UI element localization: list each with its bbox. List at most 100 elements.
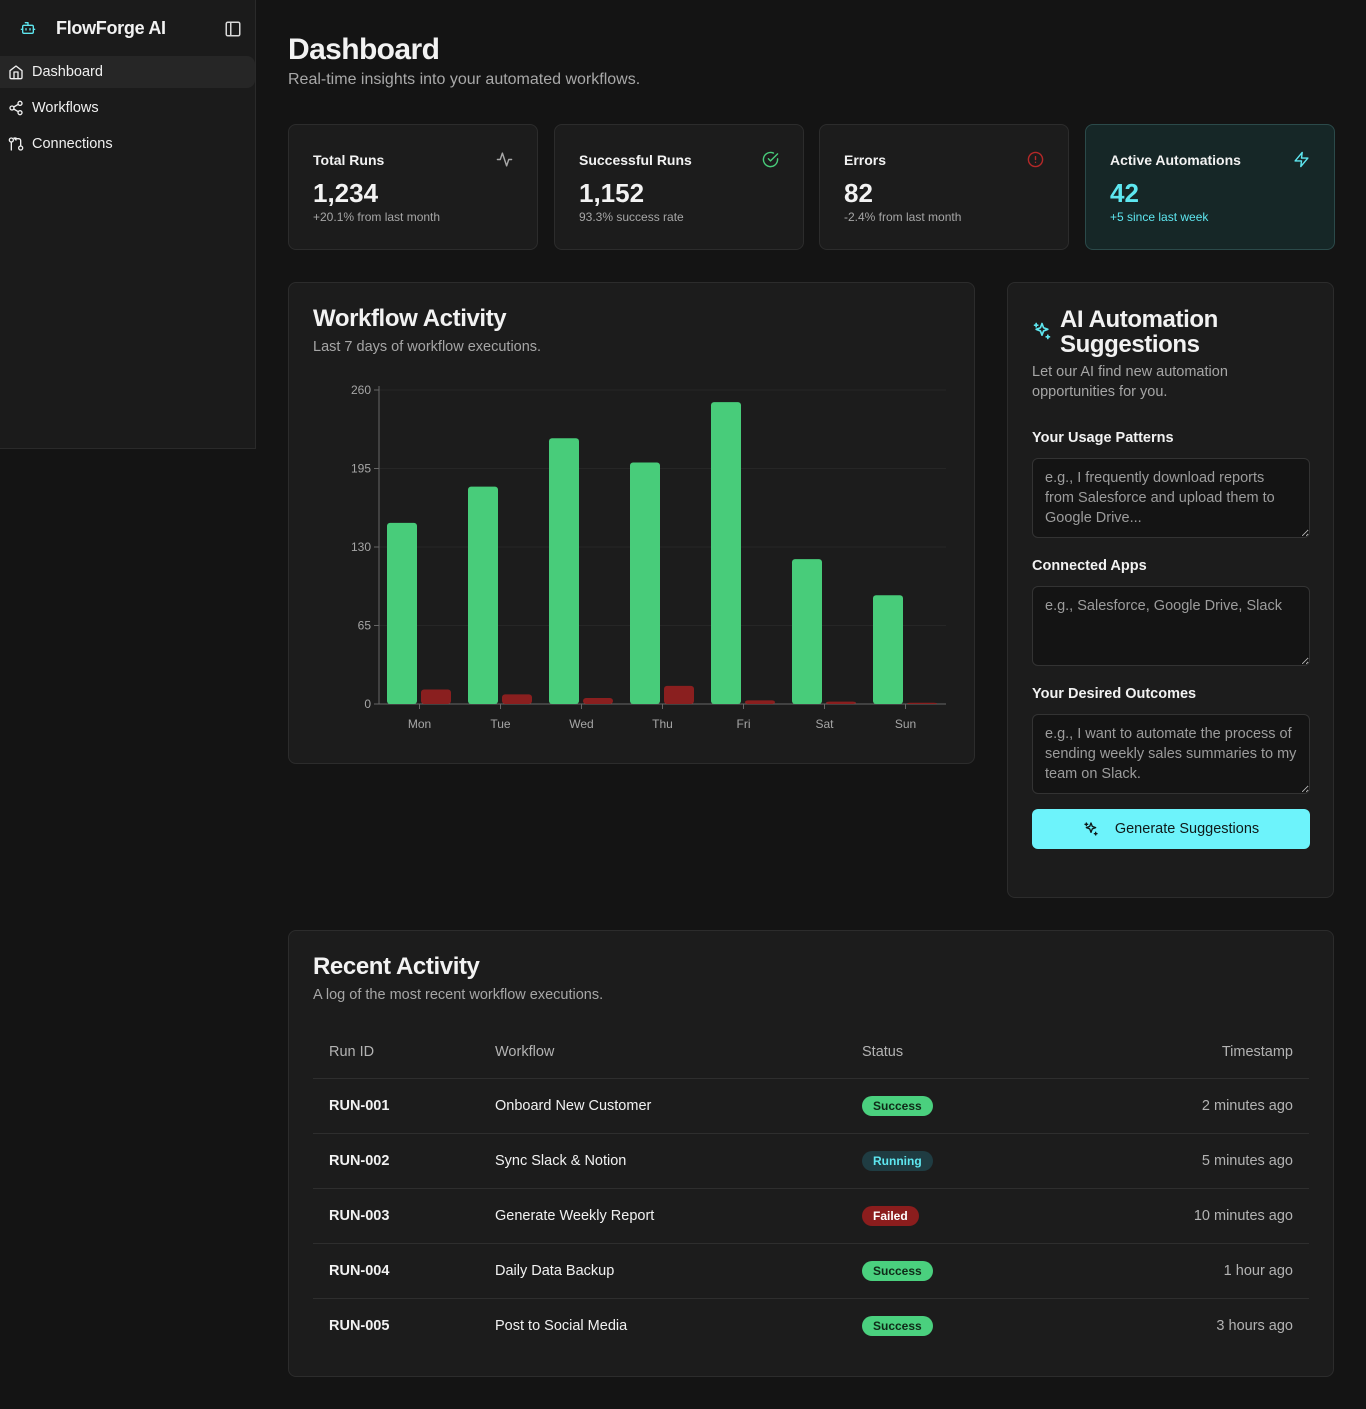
bar-success-sun xyxy=(873,595,903,704)
stat-note: +5 since last week xyxy=(1110,210,1209,224)
status-badge: Running xyxy=(862,1150,933,1171)
zap-icon xyxy=(1293,151,1310,168)
bar-error-wed xyxy=(583,697,613,704)
bar-error-sun xyxy=(907,702,937,704)
bar-error-mon xyxy=(421,689,451,704)
run-id: RUN-005 xyxy=(329,1317,390,1334)
bar-error-tue xyxy=(502,694,532,704)
workflow-activity-card: 0 65 130 195 260 Mon Tue Wed Thu Fri Sat Sun Workfl… xyxy=(288,282,975,764)
column-header: Run ID xyxy=(313,1026,495,1079)
page-title: Dashboard xyxy=(288,33,440,66)
timestamp: 1 hour ago xyxy=(1062,1243,1309,1299)
workflow-name: Post to Social Media xyxy=(495,1317,628,1334)
generate-suggestions-label: Generate Suggestions xyxy=(1114,821,1260,837)
stat-card-total-runs: Total Runs 1,234 +20.1% from last month xyxy=(288,124,538,250)
activity-icon xyxy=(496,151,513,168)
x-tick-label: Mon xyxy=(408,717,431,731)
y-tick-label: 0 xyxy=(364,697,371,711)
sparkles-icon xyxy=(1083,821,1099,837)
x-tick-label: Tue xyxy=(490,717,511,731)
timestamp: 10 minutes ago xyxy=(1062,1188,1309,1244)
connected-apps-input[interactable] xyxy=(1032,586,1310,666)
table-row[interactable]: RUN-005 Post to Social Media Success 3 h… xyxy=(313,1298,1309,1353)
stat-value: 42 xyxy=(1110,178,1139,208)
desired-outcomes-input[interactable] xyxy=(1032,714,1310,794)
x-tick-label: Wed xyxy=(569,717,593,731)
stat-note: 93.3% success rate xyxy=(579,210,684,224)
run-id: RUN-001 xyxy=(313,1078,495,1134)
sidebar-nav: Dashboard Workflows Connections xyxy=(0,56,255,164)
workflow-activity-chart: 0 65 130 195 260 Mon Tue Wed Thu Fri Sat Sun xyxy=(351,383,946,731)
recent-title: Recent Activity xyxy=(313,953,480,980)
x-tick-label: Sat xyxy=(815,717,834,731)
timestamp: 3 hours ago xyxy=(1216,1317,1293,1334)
usage-patterns-input[interactable] xyxy=(1032,458,1310,538)
recent-activity-card: Recent Activity A log of the most recent… xyxy=(288,930,1334,1377)
stat-card-successful-runs: Successful Runs 1,152 93.3% success rate xyxy=(554,124,804,250)
sidebar-item-label: Connections xyxy=(32,136,113,152)
git-compare-icon xyxy=(8,136,24,152)
usage-patterns-label: Your Usage Patterns xyxy=(1032,430,1174,446)
bar-error-thu xyxy=(664,685,694,704)
alert-circle-icon xyxy=(1027,151,1044,168)
sidebar-item-connections[interactable]: Connections xyxy=(0,128,255,160)
chart-subtitle: Last 7 days of workflow executions. xyxy=(313,339,542,355)
recent-subtitle: A log of the most recent workflow execut… xyxy=(313,987,604,1003)
bar-success-tue xyxy=(468,486,498,704)
workflow-name: Generate Weekly Report xyxy=(495,1188,862,1244)
table-row[interactable]: RUN-002 Sync Slack & Notion Running 5 mi… xyxy=(313,1133,1309,1189)
stat-note: +20.1% from last month xyxy=(313,210,441,224)
table-row[interactable]: RUN-001 Onboard New Customer Success 2 m… xyxy=(313,1078,1309,1134)
run-id: RUN-003 xyxy=(313,1188,495,1244)
bar-success-sat xyxy=(792,559,822,704)
y-tick-label: 260 xyxy=(351,383,371,397)
table-row[interactable]: RUN-003 Generate Weekly Report Failed 10… xyxy=(313,1188,1309,1244)
stat-label: Active Automations xyxy=(1110,152,1241,168)
table-row[interactable]: RUN-004 Daily Data Backup Success 1 hour… xyxy=(313,1243,1309,1299)
stat-label: Successful Runs xyxy=(579,152,692,168)
stat-value: 1,152 xyxy=(579,178,645,208)
status-badge: Success xyxy=(862,1260,933,1281)
stat-card-errors: Errors 82 -2.4% from last month xyxy=(819,124,1069,250)
y-tick-label: 65 xyxy=(358,619,372,633)
share-nodes-icon xyxy=(8,100,24,116)
app-name: FlowForge AI xyxy=(56,17,166,38)
stat-label: Total Runs xyxy=(313,152,385,168)
sidebar-item-dashboard[interactable]: Dashboard xyxy=(0,56,255,88)
ai-title: AI Automation Suggestions xyxy=(1060,306,1218,358)
bar-error-sat xyxy=(826,701,856,704)
connected-apps-label: Connected Apps xyxy=(1032,558,1147,574)
check-circle-icon xyxy=(762,151,779,168)
bar-success-wed xyxy=(549,438,579,704)
stat-value: 82 xyxy=(844,178,873,208)
bar-success-thu xyxy=(630,462,660,704)
column-header: Workflow xyxy=(495,1026,862,1079)
stat-note: -2.4% from last month xyxy=(844,210,962,224)
ai-suggestions-card: AI Automation Suggestions Let our AI fin… xyxy=(1007,282,1334,898)
status-badge: Success xyxy=(862,1315,933,1336)
column-header: Status xyxy=(862,1026,1062,1079)
y-tick-label: 130 xyxy=(351,540,371,554)
bar-error-fri xyxy=(745,700,775,704)
generate-suggestions-button[interactable]: Generate Suggestions xyxy=(1032,809,1310,849)
sidebar-item-workflows[interactable]: Workflows xyxy=(0,92,255,124)
workflow-name: Sync Slack & Notion xyxy=(495,1133,862,1189)
chart-title: Workflow Activity xyxy=(313,305,507,332)
brand[interactable]: FlowForge AI xyxy=(20,16,166,40)
workflow-name: Onboard New Customer xyxy=(495,1078,862,1134)
workflow-name: Daily Data Backup xyxy=(495,1243,862,1299)
bar-success-mon xyxy=(387,522,417,704)
run-id: RUN-002 xyxy=(313,1133,495,1189)
status-badge: Success xyxy=(862,1095,933,1116)
timestamp: 5 minutes ago xyxy=(1062,1133,1309,1189)
stat-value: 1,234 xyxy=(313,178,379,208)
bar-success-fri xyxy=(711,402,741,704)
sidebar-toggle-icon[interactable] xyxy=(224,20,242,38)
home-icon xyxy=(8,64,24,80)
bot-icon xyxy=(20,20,36,36)
table-header-row: Run ID Workflow Status Timestamp xyxy=(313,1026,1309,1079)
run-id: RUN-004 xyxy=(313,1243,495,1299)
timestamp: 2 minutes ago xyxy=(1062,1078,1309,1134)
page-subtitle: Real-time insights into your automated w… xyxy=(288,71,641,88)
x-tick-label: Fri xyxy=(737,717,751,731)
